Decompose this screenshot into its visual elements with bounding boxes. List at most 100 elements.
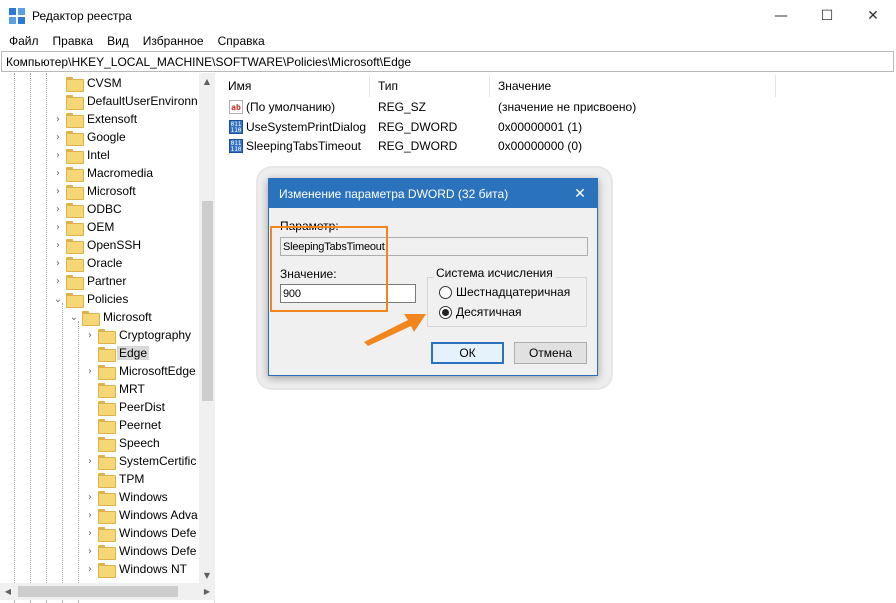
- tree-item[interactable]: › Oracle: [52, 254, 124, 272]
- list-item[interactable]: ab (По умолчанию) REG_SZ (значение не при…: [220, 97, 770, 116]
- radio-hexadecimal[interactable]: Шестнадцатеричная: [439, 285, 570, 299]
- minimize-button[interactable]: —: [758, 0, 804, 31]
- tree-item[interactable]: CVSM: [52, 74, 124, 92]
- value-data: 0x00000001 (1): [498, 119, 583, 134]
- tree-item[interactable]: ⌄ Policies: [52, 290, 130, 308]
- folder-icon: [66, 76, 84, 92]
- folder-icon: [98, 346, 116, 362]
- tree-item[interactable]: › OEM: [52, 218, 116, 236]
- menu-edit[interactable]: Правка: [46, 34, 101, 48]
- tree-item[interactable]: DefaultUserEnvironn: [52, 92, 200, 110]
- column-name[interactable]: Имя: [220, 75, 370, 97]
- tree-item[interactable]: › ODBC: [52, 200, 124, 218]
- tree-item[interactable]: › Microsoft: [52, 182, 138, 200]
- chevron-right-icon[interactable]: ›: [52, 128, 64, 146]
- tree-item[interactable]: › Windows: [84, 488, 170, 506]
- tree-item[interactable]: › SystemCertific: [84, 452, 198, 470]
- chevron-right-icon[interactable]: ›: [84, 362, 96, 380]
- tree-item-label: Extensoft: [87, 112, 138, 126]
- chevron-right-icon[interactable]: ›: [52, 236, 64, 254]
- list-item[interactable]: 011 110 UseSystemPrintDialog REG_DWORD 0x0…: [220, 117, 770, 136]
- tree-item[interactable]: › Cryptography: [84, 326, 193, 344]
- folder-icon: [66, 238, 84, 254]
- tree-item[interactable]: › Windows Defe: [84, 524, 198, 542]
- chevron-right-icon: [84, 344, 96, 362]
- chevron-right-icon[interactable]: ›: [84, 524, 96, 542]
- tree-vertical-scrollbar[interactable]: ▲ ▼: [199, 73, 215, 583]
- tree-item-label: Microsoft: [87, 184, 136, 198]
- chevron-right-icon[interactable]: ›: [84, 542, 96, 560]
- maximize-button[interactable]: ☐: [804, 0, 850, 31]
- tree-item[interactable]: Speech: [84, 434, 162, 452]
- scroll-thumb-horizontal[interactable]: [18, 586, 178, 597]
- radio-decimal[interactable]: Десятичная: [439, 305, 522, 319]
- tree-item[interactable]: TPM: [84, 470, 146, 488]
- menu-view[interactable]: Вид: [100, 34, 136, 48]
- scroll-left-arrow-icon[interactable]: ◀: [0, 583, 16, 600]
- scroll-right-arrow-icon[interactable]: ▶: [199, 583, 215, 600]
- tree-item[interactable]: › MicrosoftEdge: [84, 362, 198, 380]
- chevron-right-icon[interactable]: ›: [52, 200, 64, 218]
- tree-item[interactable]: ⌄ Microsoft: [68, 308, 154, 326]
- tree-item[interactable]: › Macromedia: [52, 164, 155, 182]
- tree-item-label: MicrosoftEdge: [119, 364, 196, 378]
- tree-item-label: TPM: [119, 472, 145, 486]
- chevron-right-icon[interactable]: ›: [84, 488, 96, 506]
- folder-icon: [66, 112, 84, 128]
- tree-item[interactable]: MRT: [84, 380, 147, 398]
- tree-horizontal-scrollbar[interactable]: ◀ ▶: [0, 583, 215, 600]
- tree-item[interactable]: › Windows Defe: [84, 542, 198, 560]
- tree-item-label: Macromedia: [87, 166, 154, 180]
- title-bar: Редактор реестра — ☐ ✕: [0, 0, 896, 31]
- tree-item-label: Speech: [119, 436, 160, 450]
- chevron-right-icon[interactable]: ›: [52, 218, 64, 236]
- ok-button[interactable]: ОК: [431, 342, 504, 364]
- chevron-right-icon[interactable]: ›: [52, 164, 64, 182]
- tree-item[interactable]: › OpenSSH: [52, 236, 143, 254]
- list-item[interactable]: 011 110 SleepingTabsTimeout REG_DWORD 0x00…: [220, 136, 770, 155]
- chevron-right-icon[interactable]: ›: [52, 110, 64, 128]
- tree-guide-line: [14, 73, 15, 603]
- tree-item[interactable]: › Google: [52, 128, 128, 146]
- chevron-right-icon: [52, 92, 64, 110]
- tree-item[interactable]: › Partner: [52, 272, 128, 290]
- folder-icon: [66, 166, 84, 182]
- dialog-title-bar: Изменение параметра DWORD (32 бита) ✕: [269, 179, 597, 208]
- chevron-right-icon[interactable]: ›: [52, 182, 64, 200]
- cancel-button[interactable]: Отмена: [514, 342, 587, 364]
- tree-item[interactable]: PeerDist: [84, 398, 167, 416]
- chevron-right-icon[interactable]: ›: [52, 146, 64, 164]
- chevron-right-icon[interactable]: ›: [52, 254, 64, 272]
- close-button[interactable]: ✕: [850, 0, 896, 31]
- tree-item[interactable]: Edge: [84, 344, 150, 362]
- tree-item[interactable]: › Windows Adva: [84, 506, 200, 524]
- folder-icon: [98, 562, 116, 578]
- tree-item-label: Peernet: [119, 418, 162, 432]
- tree-item[interactable]: › Windows NT: [84, 560, 189, 578]
- column-value[interactable]: Значение: [490, 75, 776, 97]
- chevron-right-icon[interactable]: ›: [84, 560, 96, 578]
- menu-help[interactable]: Справка: [211, 34, 272, 48]
- chevron-right-icon: [84, 416, 96, 434]
- tree-item[interactable]: Peernet: [84, 416, 163, 434]
- folder-icon: [66, 184, 84, 200]
- scroll-thumb[interactable]: [202, 201, 213, 401]
- chevron-right-icon[interactable]: ›: [52, 272, 64, 290]
- registry-tree[interactable]: CVSM DefaultUserEnvironn › Extensoft › Google…: [0, 73, 215, 603]
- chevron-right-icon[interactable]: ›: [84, 506, 96, 524]
- folder-icon: [98, 418, 116, 434]
- scroll-down-arrow-icon[interactable]: ▼: [199, 567, 215, 583]
- folder-icon: [66, 94, 84, 110]
- scroll-up-arrow-icon[interactable]: ▲: [199, 73, 215, 89]
- chevron-right-icon[interactable]: ›: [84, 326, 96, 344]
- column-type[interactable]: Тип: [370, 75, 490, 97]
- address-bar[interactable]: Компьютер\HKEY_LOCAL_MACHINE\SOFTWARE\Po…: [1, 51, 894, 72]
- tree-item[interactable]: › Intel: [52, 146, 112, 164]
- menu-file[interactable]: Файл: [2, 34, 46, 48]
- value-name: (По умолчанию): [246, 99, 336, 114]
- chevron-right-icon[interactable]: ›: [84, 452, 96, 470]
- tree-item[interactable]: › Extensoft: [52, 110, 139, 128]
- folder-icon: [82, 310, 100, 326]
- close-icon[interactable]: ✕: [563, 179, 597, 208]
- menu-favorites[interactable]: Избранное: [136, 34, 211, 48]
